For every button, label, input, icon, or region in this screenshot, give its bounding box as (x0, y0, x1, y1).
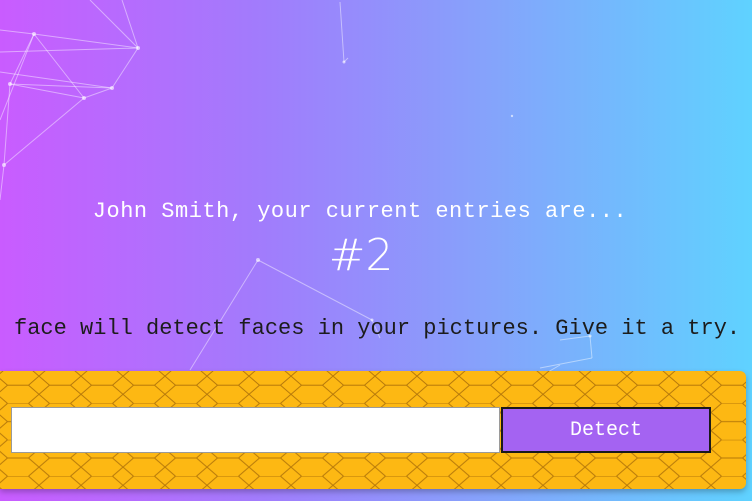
rank-number: #2 (328, 230, 394, 281)
image-url-input[interactable] (11, 407, 500, 453)
detect-button[interactable]: Detect (501, 407, 711, 453)
app-description: face will detect faces in your pictures.… (14, 316, 741, 341)
image-link-form: Detect (0, 371, 746, 489)
entries-text: John Smith, your current entries are... (92, 199, 628, 224)
